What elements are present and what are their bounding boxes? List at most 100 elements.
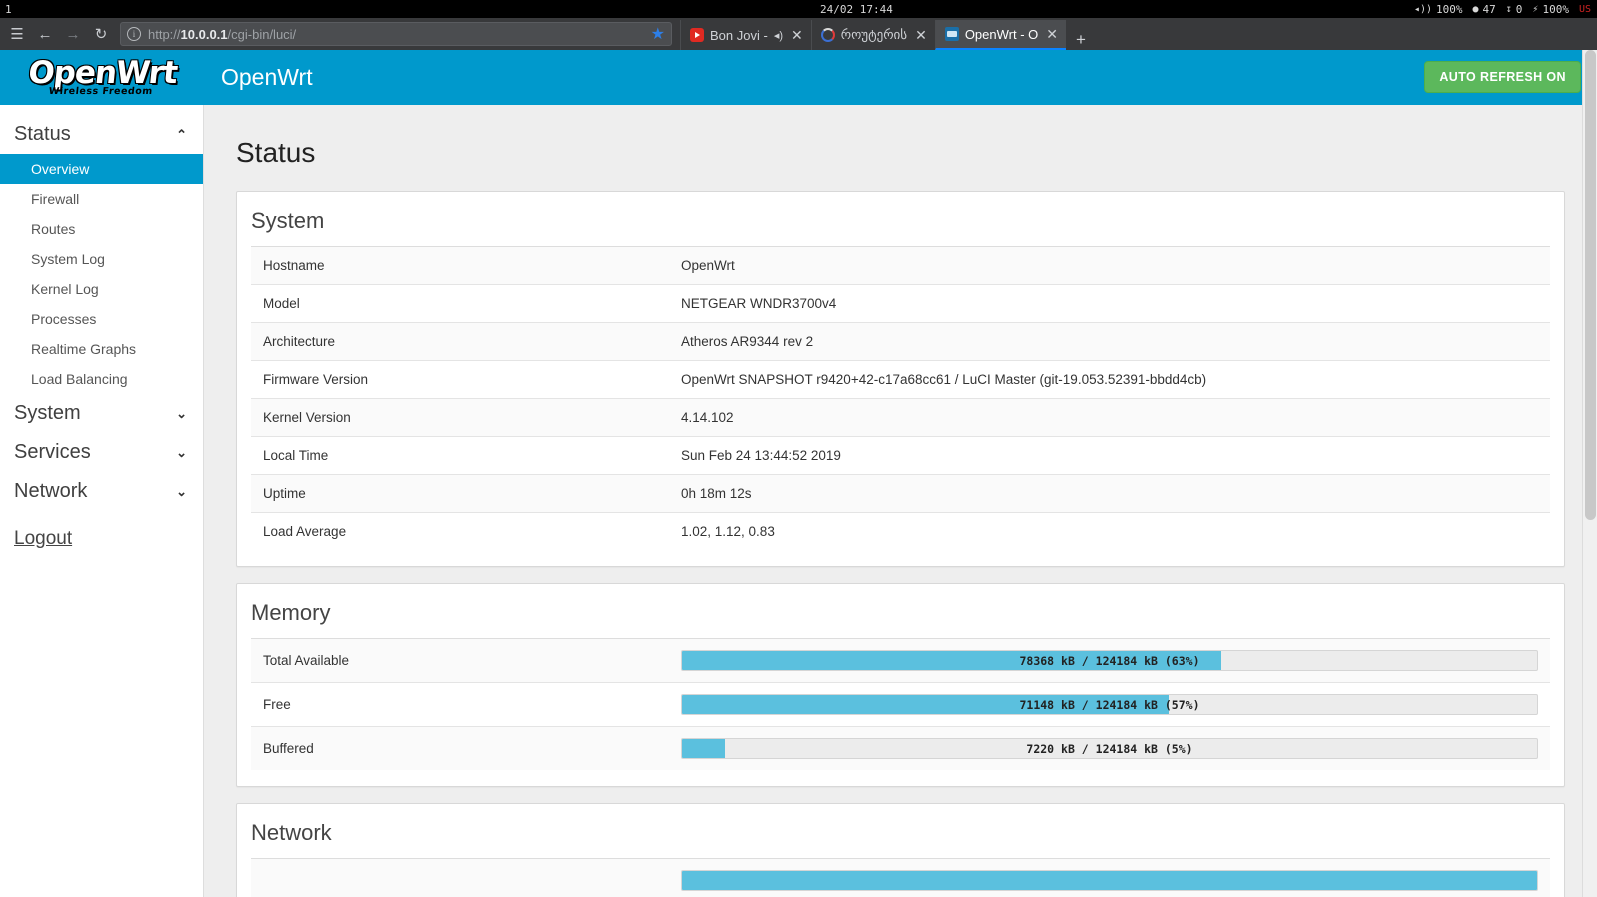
memory-card: Memory Total Available 78368 kB / 124184…	[236, 583, 1565, 787]
row-key: Kernel Version	[251, 399, 669, 437]
table-row: Firmware Version OpenWrt SNAPSHOT r9420+…	[251, 361, 1550, 399]
sidebar-item-realtime-graphs[interactable]: Realtime Graphs	[0, 334, 203, 364]
row-value: 1.02, 1.12, 0.83	[669, 513, 1550, 551]
generic-site-icon	[821, 28, 835, 42]
sidebar-group-label: Network	[14, 480, 87, 503]
volume-value: 100%	[1436, 3, 1463, 16]
tab-bon-jovi[interactable]: Bon Jovi - ◂) ✕	[680, 20, 811, 50]
row-value: Sun Feb 24 13:44:52 2019	[669, 437, 1550, 475]
workspace-indicator[interactable]: 1	[0, 3, 60, 16]
tray-volume[interactable]: ◂)) 100%	[1414, 3, 1463, 16]
table-row: Uptime 0h 18m 12s	[251, 475, 1550, 513]
tab-audio-icon[interactable]: ◂)	[774, 29, 783, 42]
sidebar-item-processes[interactable]: Processes	[0, 304, 203, 334]
row-value: 7220 kB / 124184 kB (5%)	[669, 727, 1550, 771]
reload-icon[interactable]: ↻	[88, 21, 114, 47]
memory-progress-free: 71148 kB / 124184 kB (57%)	[681, 694, 1538, 715]
bookmark-star-icon[interactable]: ★	[651, 24, 665, 44]
page-title: Status	[236, 137, 1565, 169]
row-value: NETGEAR WNDR3700v4	[669, 285, 1550, 323]
tab-title: Bon Jovi -	[710, 28, 768, 43]
cpu-value: 47	[1483, 3, 1496, 16]
row-value: 78368 kB / 124184 kB (63%)	[669, 639, 1550, 683]
sidebar-group-network[interactable]: Network ⌄	[0, 472, 203, 511]
row-key: Architecture	[251, 323, 669, 361]
openwrt-logo[interactable]: OpenWrt Wireless Freedom	[0, 58, 204, 97]
main-content: Status System Hostname OpenWrt Model NET…	[204, 105, 1597, 897]
system-card-title: System	[251, 206, 1550, 246]
sidebar-group-services[interactable]: Services ⌄	[0, 433, 203, 472]
row-key: Local Time	[251, 437, 669, 475]
new-tab-button[interactable]: +	[1066, 30, 1096, 50]
page-scrollbar[interactable]	[1582, 50, 1597, 897]
table-row: Load Average 1.02, 1.12, 0.83	[251, 513, 1550, 551]
sidebar-item-load-balancing[interactable]: Load Balancing	[0, 364, 203, 394]
download-value: 0	[1516, 3, 1523, 16]
url-input[interactable]: http://10.0.0.1/cgi-bin/luci/	[148, 27, 647, 42]
close-icon[interactable]: ✕	[789, 27, 805, 44]
sidebar-group-status[interactable]: Status ⌃	[0, 115, 203, 154]
volume-icon: ◂))	[1414, 4, 1432, 15]
download-icon: ↧	[1506, 4, 1512, 15]
table-row: Model NETGEAR WNDR3700v4	[251, 285, 1550, 323]
menu-icon[interactable]: ☰	[4, 21, 30, 47]
table-row: Buffered 7220 kB / 124184 kB (5%)	[251, 727, 1550, 771]
memory-progress-total-available: 78368 kB / 124184 kB (63%)	[681, 650, 1538, 671]
row-value	[669, 859, 1550, 897]
battery-icon: ⚡	[1532, 4, 1538, 15]
logout-wrapper: Logout	[0, 511, 203, 550]
memory-card-title: Memory	[251, 598, 1550, 638]
sidebar-item-routes[interactable]: Routes	[0, 214, 203, 244]
row-value: OpenWrt SNAPSHOT r9420+42-c17a68cc61 / L…	[669, 361, 1550, 399]
row-value: OpenWrt	[669, 247, 1550, 285]
tab-title: როუტერის	[841, 27, 907, 43]
chevron-down-icon: ⌄	[176, 445, 187, 461]
sidebar-group-system[interactable]: System ⌄	[0, 394, 203, 433]
sidebar-item-label: Overview	[31, 161, 89, 177]
memory-progress-buffered: 7220 kB / 124184 kB (5%)	[681, 738, 1538, 759]
auto-refresh-button[interactable]: AUTO REFRESH ON	[1424, 61, 1581, 93]
scrollbar-thumb[interactable]	[1585, 50, 1596, 520]
tray-battery[interactable]: ⚡ 100%	[1532, 3, 1569, 16]
header-title: OpenWrt	[221, 64, 313, 91]
openwrt-header: OpenWrt Wireless Freedom OpenWrt AUTO RE…	[0, 50, 1597, 105]
sidebar-group-label: Status	[14, 123, 71, 146]
keyboard-layout-indicator[interactable]: US	[1579, 4, 1591, 15]
sidebar-item-label: Routes	[31, 221, 75, 237]
tray-cpu[interactable]: ● 47	[1472, 3, 1495, 16]
close-icon[interactable]: ✕	[1044, 26, 1060, 43]
back-icon[interactable]: ←	[32, 21, 58, 47]
row-key: Model	[251, 285, 669, 323]
system-tray: ◂)) 100% ● 47 ↧ 0 ⚡ 100% US	[1414, 3, 1591, 16]
sidebar-item-label: Processes	[31, 311, 96, 327]
sidebar-item-overview[interactable]: Overview	[0, 154, 203, 184]
sidebar-item-system-log[interactable]: System Log	[0, 244, 203, 274]
sidebar-item-firewall[interactable]: Firewall	[0, 184, 203, 214]
tray-download[interactable]: ↧ 0	[1506, 3, 1523, 16]
site-info-icon[interactable]: i	[127, 27, 141, 41]
openwrt-icon	[945, 27, 959, 41]
tab-openwrt[interactable]: OpenWrt - O ✕	[935, 20, 1066, 50]
network-table	[251, 858, 1550, 897]
sidebar-item-kernel-log[interactable]: Kernel Log	[0, 274, 203, 304]
table-row	[251, 859, 1550, 897]
youtube-icon	[690, 28, 704, 42]
tab-routeris[interactable]: როუტერის ✕	[811, 20, 935, 50]
address-bar[interactable]: i http://10.0.0.1/cgi-bin/luci/ ★	[120, 22, 672, 46]
logout-link[interactable]: Logout	[14, 528, 72, 549]
table-row: Hostname OpenWrt	[251, 247, 1550, 285]
close-icon[interactable]: ✕	[913, 27, 929, 44]
row-key: Uptime	[251, 475, 669, 513]
sidebar-item-label: Realtime Graphs	[31, 341, 136, 357]
forward-icon[interactable]: →	[60, 21, 86, 47]
progress-fill	[682, 871, 1537, 890]
sidebar-item-label: Firewall	[31, 191, 79, 207]
url-path: /cgi-bin/luci/	[228, 27, 297, 42]
os-clock: 24/02 17:44	[820, 3, 893, 16]
table-row: Local Time Sun Feb 24 13:44:52 2019	[251, 437, 1550, 475]
table-row: Kernel Version 4.14.102	[251, 399, 1550, 437]
network-card-title: Network	[251, 818, 1550, 858]
os-status-bar: 1 24/02 17:44 ◂)) 100% ● 47 ↧ 0 ⚡ 100% U…	[0, 0, 1597, 18]
tab-title: OpenWrt - O	[965, 27, 1038, 42]
logo-text: OpenWrt	[27, 58, 179, 89]
